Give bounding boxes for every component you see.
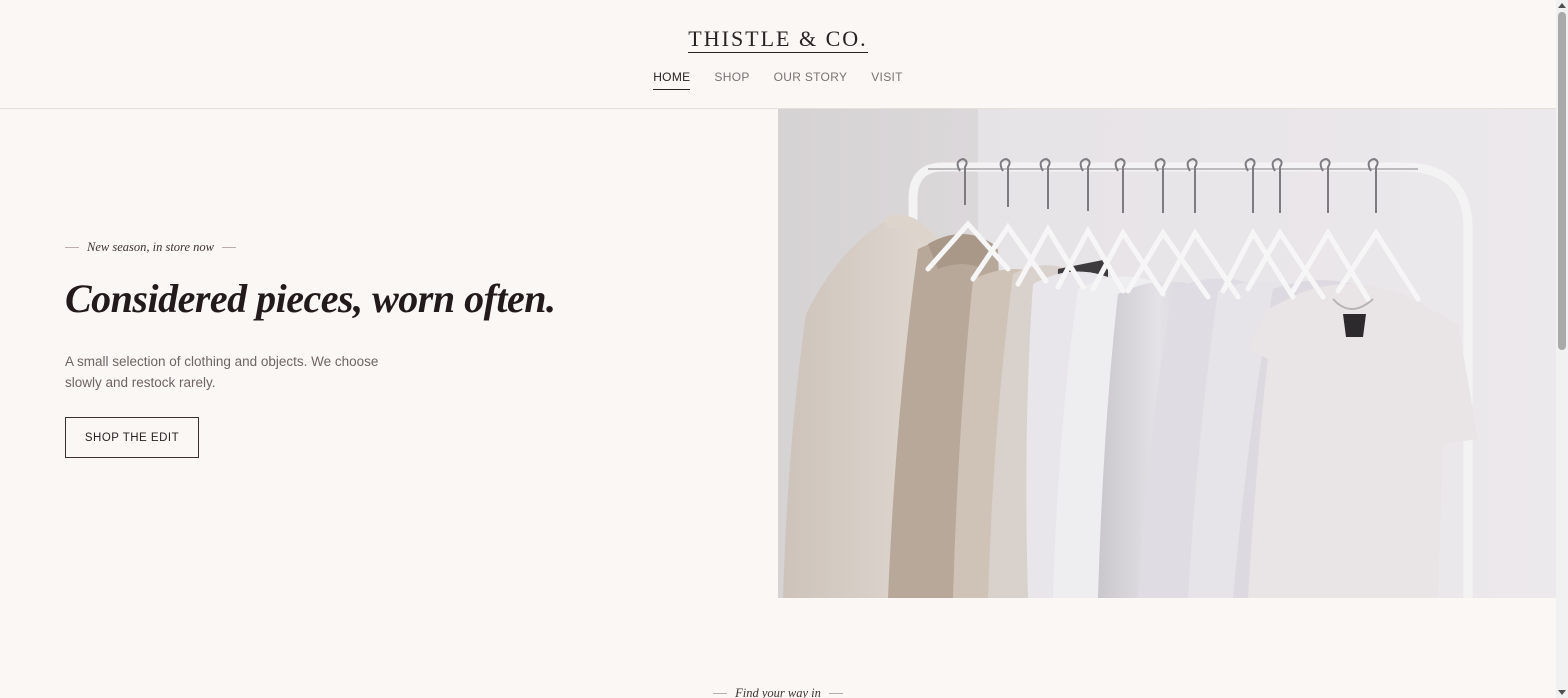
shop-the-edit-button[interactable]: SHOP THE EDIT bbox=[65, 417, 199, 458]
brand-logo[interactable]: THISTLE & CO. bbox=[0, 26, 1556, 53]
hero-eyebrow-text: New season, in store now bbox=[87, 240, 214, 254]
hero-eyebrow: New season, in store now bbox=[65, 240, 705, 255]
scroll-up-arrow-icon[interactable] bbox=[1558, 3, 1566, 8]
hero-headline: Considered pieces, worn often. bbox=[65, 276, 556, 321]
eyebrow-dash-left bbox=[713, 693, 728, 694]
page-scrollbar[interactable] bbox=[1556, 0, 1568, 698]
nav-home[interactable]: HOME bbox=[653, 70, 691, 90]
hero-description: A small selection of clothing and object… bbox=[65, 354, 379, 390]
main-nav: HOME SHOP OUR STORY VISIT bbox=[0, 70, 1556, 90]
hero-content: New season, in store now Considered piec… bbox=[65, 240, 705, 458]
nav-our-story[interactable]: OUR STORY bbox=[774, 70, 848, 90]
brand-name[interactable]: THISTLE & CO. bbox=[688, 26, 868, 53]
nav-visit[interactable]: VISIT bbox=[871, 70, 903, 90]
scroll-down-arrow-icon[interactable] bbox=[1558, 690, 1566, 695]
section-eyebrow: Find your way in bbox=[0, 686, 1556, 698]
hero-image-clothing-rack bbox=[778, 109, 1556, 598]
eyebrow-dash-right bbox=[221, 247, 236, 248]
site-header: THISTLE & CO. HOME SHOP OUR STORY VISIT bbox=[0, 0, 1556, 109]
nav-shop[interactable]: SHOP bbox=[714, 70, 749, 90]
eyebrow-dash-left bbox=[65, 247, 79, 248]
eyebrow-dash-right bbox=[828, 693, 843, 694]
section-eyebrow-text: Find your way in bbox=[735, 686, 821, 698]
scrollbar-thumb[interactable] bbox=[1558, 12, 1566, 350]
